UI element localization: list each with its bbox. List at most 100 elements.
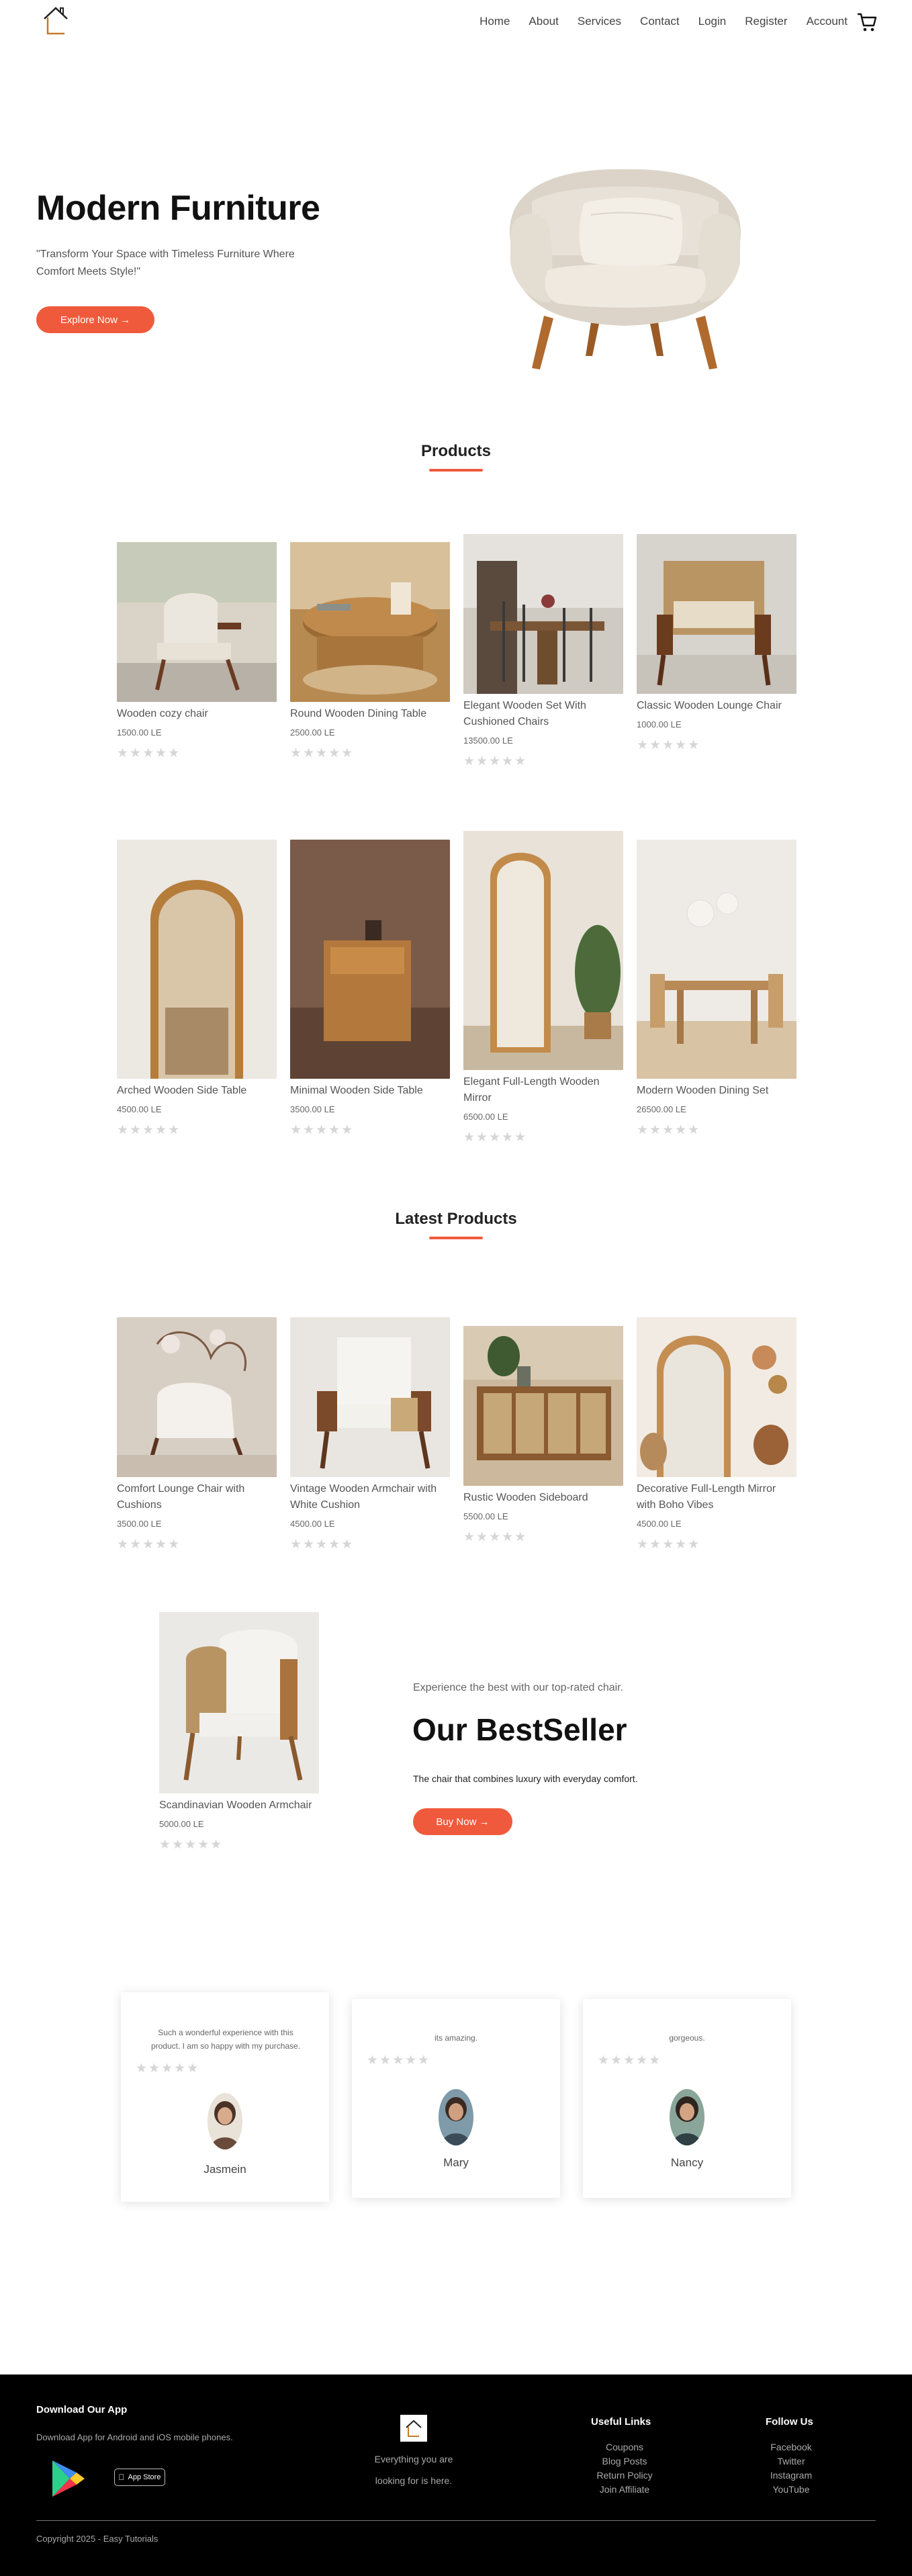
avatar [439,2089,473,2145]
product-name[interactable]: Decorative Full-Length Mirror with Boho … [637,1481,796,1513]
product-image[interactable] [117,840,277,1079]
product-card[interactable]: Vintage Wooden Armchair with White Cushi… [290,1317,450,1552]
product-price: 3500.00 LE [290,1104,335,1114]
explore-now-button[interactable]: Explore Now → [36,306,154,333]
product-card[interactable]: Minimal Wooden Side Table 3500.00 LE ★★★… [290,840,450,1138]
product-card[interactable]: Wooden cozy chair 1500.00 LE ★★★★★ [117,542,277,761]
bestseller-product-image[interactable] [159,1612,319,1793]
social-link-youtube[interactable]: YouTube [772,2484,809,2495]
footer-tagline-line-1: Everything you are [374,2454,453,2464]
nav-login[interactable]: Login [698,15,727,28]
house-logo-icon[interactable] [42,4,70,36]
product-name[interactable]: Scandinavian Wooden Armchair [159,1797,319,1814]
review-card: its amazing. ★★★★★ Mary [352,1999,560,2198]
review-text: its amazing. [434,2033,478,2043]
social-links-list: Facebook Twitter Instagram YouTube [759,2442,823,2495]
product-card[interactable]: Elegant Wooden Set With Cushioned Chairs… [463,534,623,769]
product-card[interactable]: Decorative Full-Length Mirror with Boho … [637,1317,796,1552]
nav-account[interactable]: Account [807,15,848,28]
product-card[interactable]: Modern Wooden Dining Set 26500.00 LE ★★★… [637,840,796,1138]
product-price: 13500.00 LE [463,736,513,746]
product-image[interactable] [290,1317,450,1477]
rating-stars-icon: ★★★★★ [290,1123,355,1137]
nav-services[interactable]: Services [578,15,621,28]
social-link-instagram[interactable]: Instagram [770,2470,812,2481]
product-image[interactable] [637,840,796,1079]
review-text: gorgeous. [669,2033,705,2043]
nav-home[interactable]: Home [480,15,510,28]
product-card[interactable]: Comfort Lounge Chair with Cushions 3500.… [117,1317,277,1552]
cart-icon[interactable] [857,12,877,32]
latest-products-section-title: Latest Products [395,1210,517,1228]
review-card: gorgeous. ★★★★★ Nancy [583,1999,791,2198]
useful-links-list: Coupons Blog Posts Return Policy Join Af… [590,2442,659,2495]
footer-link-join-affiliate[interactable]: Join Affiliate [600,2484,649,2495]
avatar [670,2089,704,2145]
product-image[interactable] [463,831,623,1070]
product-image[interactable] [117,1317,277,1477]
product-name[interactable]: Arched Wooden Side Table [117,1083,277,1099]
rating-stars-icon: ★★★★★ [598,2053,662,2068]
hero-subtitle: "Transform Your Space with Timeless Furn… [36,249,295,277]
google-play-icon[interactable] [50,2459,86,2498]
nav-register[interactable]: Register [745,15,787,28]
useful-links-heading: Useful Links [591,2416,651,2428]
product-image[interactable] [637,534,796,694]
social-link-facebook[interactable]: Facebook [770,2442,811,2453]
product-price: 4500.00 LE [117,1104,162,1114]
product-card[interactable]: Rustic Wooden Sideboard 5500.00 LE ★★★★★ [463,1326,623,1545]
reviewer-name: Mary [443,2156,469,2169]
product-name[interactable]: Modern Wooden Dining Set [637,1083,796,1099]
product-image[interactable] [290,840,450,1079]
buy-now-button[interactable]: Buy Now → [413,1808,512,1835]
app-store-badge[interactable]:  App Store [114,2469,165,2486]
product-image[interactable] [117,542,277,702]
bestseller-title: Our BestSeller [412,1712,627,1747]
product-image[interactable] [463,1326,623,1486]
product-image[interactable] [463,534,623,694]
product-name[interactable]: Comfort Lounge Chair with Cushions [117,1481,277,1513]
bestseller-description: The chair that combines luxury with ever… [413,1773,638,1784]
product-image[interactable] [637,1317,796,1477]
download-app-text: Download App for Android and iOS mobile … [36,2432,233,2442]
footer-link-blog-posts[interactable]: Blog Posts [602,2456,647,2467]
product-name[interactable]: Elegant Wooden Set With Cushioned Chairs [463,698,623,730]
rating-stars-icon: ★★★★★ [136,2061,200,2076]
rating-stars-icon: ★★★★★ [290,1538,355,1552]
product-name[interactable]: Rustic Wooden Sideboard [463,1490,623,1506]
site-header: Home About Services Contact Login Regist… [0,0,912,44]
bestseller-product-card[interactable]: Scandinavian Wooden Armchair 5000.00 LE … [159,1612,319,1853]
avatar [208,2093,242,2149]
product-card[interactable]: Round Wooden Dining Table 2500.00 LE ★★★… [290,542,450,761]
download-app-heading: Download Our App [36,2404,128,2415]
hero-title: Modern Furniture [36,189,320,228]
product-name[interactable]: Classic Wooden Lounge Chair [637,698,796,714]
product-card[interactable]: Arched Wooden Side Table 4500.00 LE ★★★★… [117,840,277,1138]
rating-stars-icon: ★★★★★ [159,1838,224,1852]
product-name[interactable]: Vintage Wooden Armchair with White Cushi… [290,1481,450,1513]
social-link-twitter[interactable]: Twitter [777,2456,805,2467]
rating-stars-icon: ★★★★★ [637,738,701,752]
rating-stars-icon: ★★★★★ [117,1538,181,1552]
rating-stars-icon: ★★★★★ [367,2053,431,2068]
product-card[interactable]: Classic Wooden Lounge Chair 1000.00 LE ★… [637,534,796,753]
footer-link-return-policy[interactable]: Return Policy [596,2470,652,2481]
product-name[interactable]: Wooden cozy chair [117,706,277,722]
product-name[interactable]: Minimal Wooden Side Table [290,1083,450,1099]
product-name[interactable]: Round Wooden Dining Table [290,706,450,722]
hero-armchair-image [509,169,741,369]
product-card[interactable]: Elegant Full-Length Wooden Mirror 6500.0… [463,831,623,1145]
footer-logo [400,2415,427,2442]
nav-about[interactable]: About [529,15,558,28]
products-section-title: Products [420,442,491,460]
footer-link-coupons[interactable]: Coupons [606,2442,643,2453]
product-name[interactable]: Elegant Full-Length Wooden Mirror [463,1074,623,1106]
rating-stars-icon: ★★★★★ [463,1530,528,1544]
product-price: 4500.00 LE [637,1519,682,1529]
product-price: 1500.00 LE [117,727,162,738]
product-image[interactable] [290,542,450,702]
site-footer: Download Our App Download App for Androi… [0,2374,912,2576]
rating-stars-icon: ★★★★★ [637,1538,701,1552]
apple-icon:  [119,2473,125,2482]
nav-contact[interactable]: Contact [640,15,680,28]
